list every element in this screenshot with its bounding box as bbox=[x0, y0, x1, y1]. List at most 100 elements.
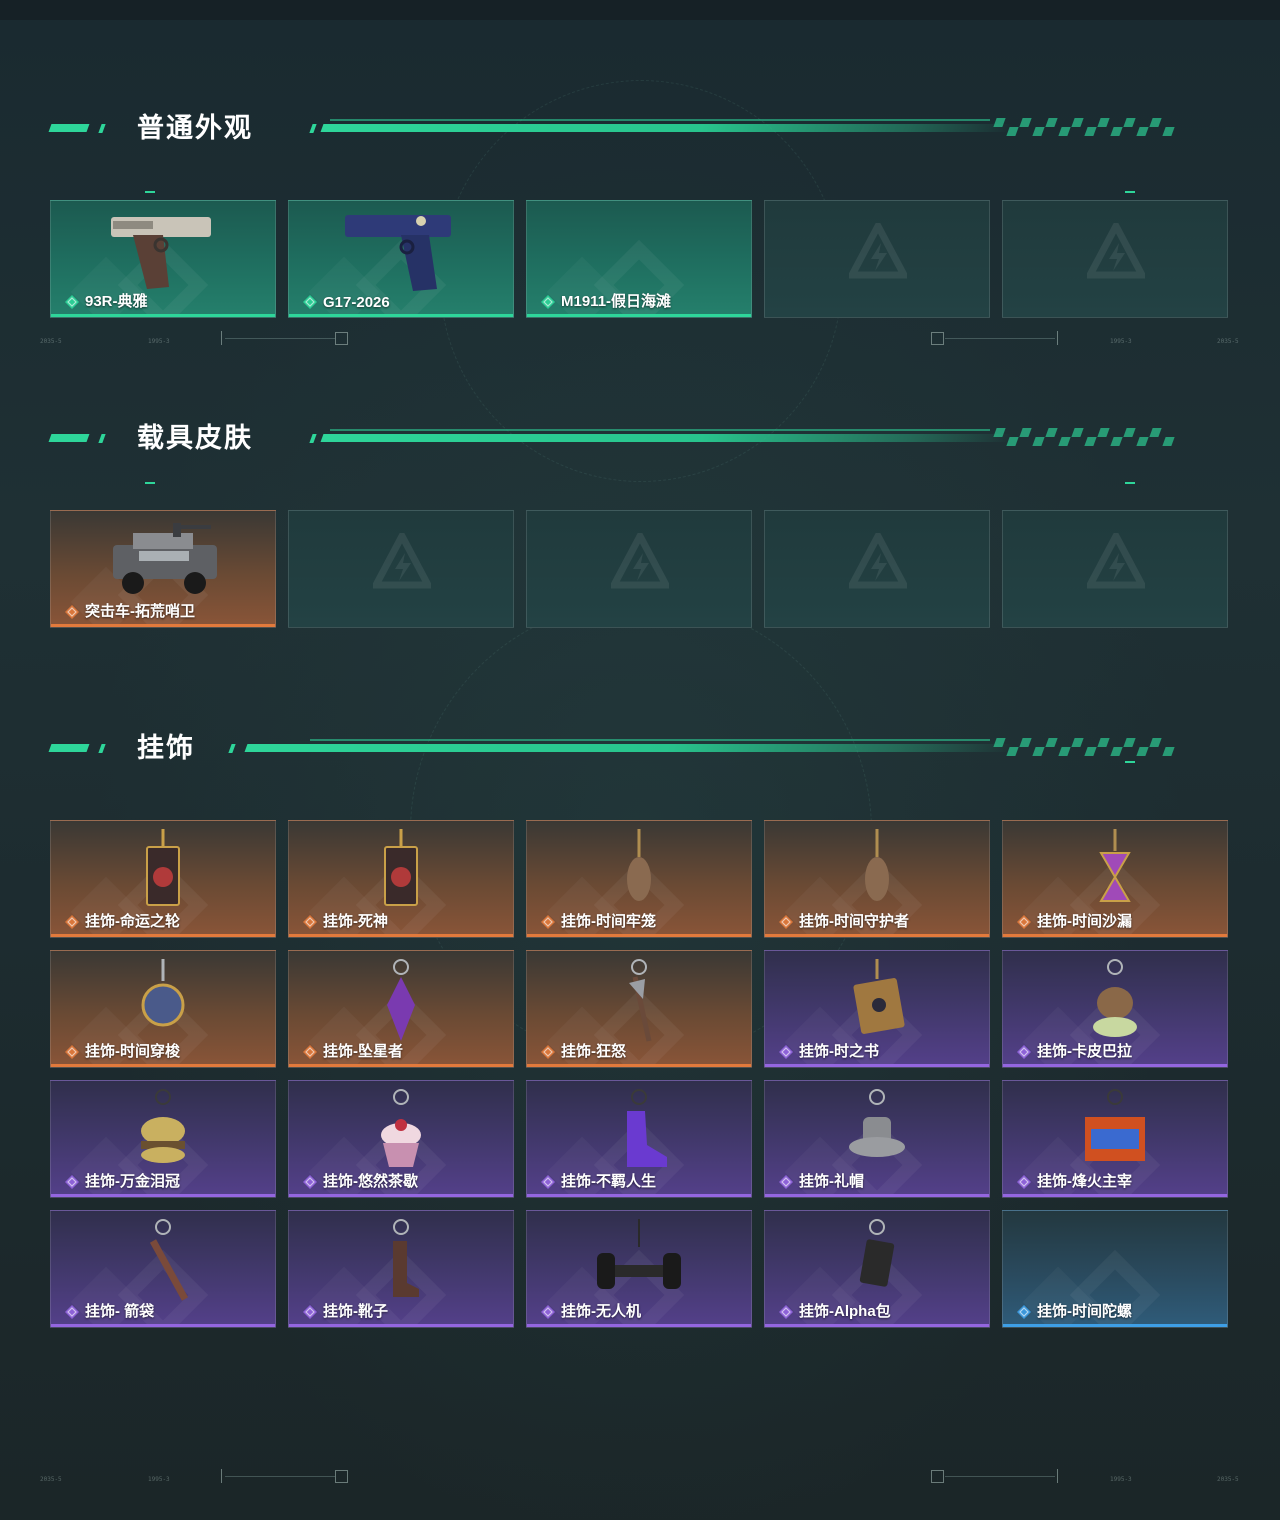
item-card[interactable]: 挂饰-时间穿梭 bbox=[50, 950, 276, 1068]
charm-sneaker-icon bbox=[579, 1087, 699, 1182]
item-name: 挂饰-死神 bbox=[323, 913, 388, 930]
rarity-gem-icon bbox=[1017, 1045, 1031, 1059]
empty-slot-card[interactable] bbox=[526, 510, 752, 628]
hud-square bbox=[335, 332, 348, 345]
item-card[interactable]: 挂饰-时间沙漏 bbox=[1002, 820, 1228, 938]
charm-disc-icon bbox=[103, 957, 223, 1052]
empty-slot-card[interactable] bbox=[288, 510, 514, 628]
charm-boot-icon bbox=[341, 1217, 461, 1312]
item-card[interactable]: 挂饰- 箭袋 bbox=[50, 1210, 276, 1328]
rarity-gem-icon bbox=[1017, 1175, 1031, 1189]
title-accent bbox=[98, 124, 106, 133]
item-name: 挂饰-坠星者 bbox=[323, 1043, 403, 1060]
item-name: 挂饰-烽火主宰 bbox=[1037, 1173, 1132, 1190]
title-thin-line bbox=[330, 119, 990, 121]
item-card[interactable]: 挂饰-不羁人生 bbox=[526, 1080, 752, 1198]
item-card[interactable]: 93R-典雅 bbox=[50, 200, 276, 318]
rarity-gem-icon bbox=[65, 605, 79, 619]
item-card[interactable]: 挂饰-时间陀螺 bbox=[1002, 1210, 1228, 1328]
rarity-gem-icon bbox=[303, 295, 317, 309]
hud-line bbox=[225, 338, 335, 339]
rarity-gem-icon bbox=[1017, 1305, 1031, 1319]
hud-marker bbox=[145, 482, 155, 484]
item-card[interactable]: 挂饰-时间守护者 bbox=[764, 820, 990, 938]
charm-hat-icon bbox=[817, 1087, 937, 1182]
item-card[interactable]: M1911-假日海滩 bbox=[526, 200, 752, 318]
rarity-gem-icon bbox=[541, 1175, 555, 1189]
top-band bbox=[0, 0, 1280, 20]
item-card[interactable]: 挂饰-狂怒 bbox=[526, 950, 752, 1068]
empty-slot-card[interactable] bbox=[764, 200, 990, 318]
item-name: 挂饰-时间守护者 bbox=[799, 913, 909, 930]
item-card[interactable]: 挂饰-卡皮巴拉 bbox=[1002, 950, 1228, 1068]
rarity-bar bbox=[289, 934, 513, 937]
hud-mark: 1995-3 bbox=[1110, 1476, 1132, 1483]
section-title: 载具皮肤 bbox=[137, 423, 253, 453]
rarity-bar bbox=[527, 1324, 751, 1327]
rarity-bar bbox=[765, 1324, 989, 1327]
item-card[interactable]: 挂饰-Alpha包 bbox=[764, 1210, 990, 1328]
rarity-gem-icon bbox=[779, 915, 793, 929]
hud-line bbox=[945, 1476, 1055, 1477]
item-card[interactable]: 挂饰-坠星者 bbox=[288, 950, 514, 1068]
pistol-93r-icon bbox=[103, 207, 223, 302]
rarity-bar bbox=[289, 314, 513, 317]
hud-line bbox=[225, 1476, 335, 1477]
rarity-bar bbox=[289, 1324, 513, 1327]
empty-slot-card[interactable] bbox=[764, 510, 990, 628]
item-card[interactable]: 挂饰-悠然茶歇 bbox=[288, 1080, 514, 1198]
hud-tick bbox=[221, 331, 222, 345]
rarity-bar bbox=[765, 1194, 989, 1197]
rarity-gem-icon bbox=[303, 1305, 317, 1319]
hud-square bbox=[335, 1470, 348, 1483]
item-name: 挂饰- 箭袋 bbox=[85, 1303, 155, 1320]
placeholder-logo-icon bbox=[1084, 528, 1148, 591]
item-name: 挂饰-靴子 bbox=[323, 1303, 388, 1320]
item-card[interactable]: 挂饰-无人机 bbox=[526, 1210, 752, 1328]
hud-line bbox=[945, 338, 1055, 339]
placeholder-logo-icon bbox=[370, 528, 434, 591]
rarity-bar bbox=[1003, 934, 1227, 937]
item-card[interactable]: 挂饰-时间牢笼 bbox=[526, 820, 752, 938]
charm-book-icon bbox=[817, 957, 937, 1052]
item-card[interactable]: 突击车-拓荒哨卫 bbox=[50, 510, 276, 628]
item-card[interactable]: 挂饰-命运之轮 bbox=[50, 820, 276, 938]
rarity-bar bbox=[51, 1064, 275, 1067]
rarity-gem-icon bbox=[303, 1045, 317, 1059]
item-name: G17-2026 bbox=[323, 294, 390, 311]
item-card[interactable]: 挂饰-礼帽 bbox=[764, 1080, 990, 1198]
charm-hourglass-icon bbox=[1055, 827, 1175, 922]
rarity-bar bbox=[1003, 1324, 1227, 1327]
charm-pendant-icon bbox=[579, 827, 699, 922]
section-title: 普通外观 bbox=[137, 113, 253, 143]
item-name: 93R-典雅 bbox=[85, 293, 148, 310]
rarity-bar bbox=[1003, 1194, 1227, 1197]
item-card[interactable]: 挂饰-时之书 bbox=[764, 950, 990, 1068]
item-name: 挂饰-礼帽 bbox=[799, 1173, 864, 1190]
empty-slot-card[interactable] bbox=[1002, 510, 1228, 628]
title-accent bbox=[228, 744, 236, 753]
rarity-gem-icon bbox=[65, 295, 79, 309]
item-card[interactable]: 挂饰-靴子 bbox=[288, 1210, 514, 1328]
charm-capybara-icon bbox=[1055, 957, 1175, 1052]
title-thin-line bbox=[310, 739, 990, 741]
charm-crystal-icon bbox=[341, 957, 461, 1052]
item-name: 突击车-拓荒哨卫 bbox=[85, 603, 195, 620]
rarity-bar bbox=[527, 1064, 751, 1067]
hud-mark: 1995-3 bbox=[148, 1476, 170, 1483]
rarity-bar bbox=[765, 934, 989, 937]
item-card[interactable]: G17-2026 bbox=[288, 200, 514, 318]
empty-slot-card[interactable] bbox=[1002, 200, 1228, 318]
item-name: 挂饰-无人机 bbox=[561, 1303, 641, 1320]
title-progress-bar bbox=[320, 434, 1014, 442]
item-card[interactable]: 挂饰-万金泪冠 bbox=[50, 1080, 276, 1198]
item-name: 挂饰-不羁人生 bbox=[561, 1173, 656, 1190]
rarity-bar bbox=[51, 314, 275, 317]
hud-tick bbox=[1057, 1469, 1058, 1483]
item-card[interactable]: 挂饰-死神 bbox=[288, 820, 514, 938]
charm-card-icon bbox=[341, 827, 461, 922]
rarity-gem-icon bbox=[541, 1045, 555, 1059]
item-name: 挂饰-狂怒 bbox=[561, 1043, 626, 1060]
rarity-gem-icon bbox=[303, 915, 317, 929]
item-card[interactable]: 挂饰-烽火主宰 bbox=[1002, 1080, 1228, 1198]
